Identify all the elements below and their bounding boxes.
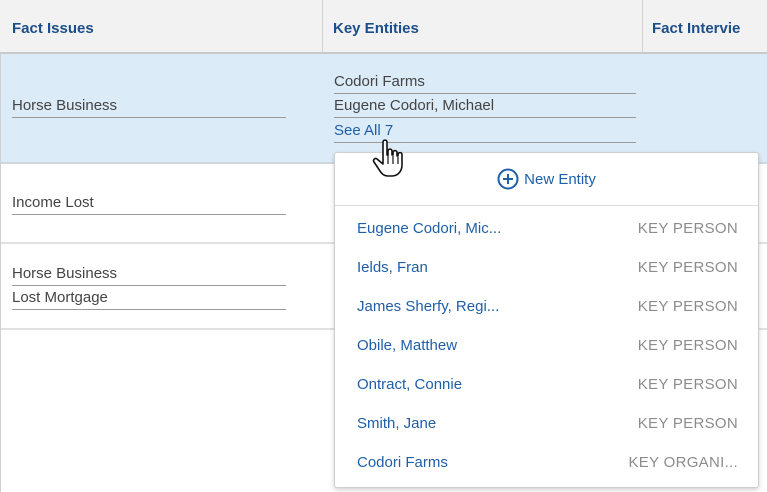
column-header-fact-issues[interactable]: Fact Issues — [12, 0, 312, 52]
entity-type: KEY PERSON — [637, 298, 738, 315]
plus-circle-icon — [497, 168, 519, 190]
fact-issue-value: Lost Mortgage — [12, 287, 286, 310]
table-header: Fact Issues Key Entities Fact Intervie — [0, 0, 767, 54]
entity-type: KEY PERSON — [637, 259, 738, 276]
entity-name: Ontract, Connie — [357, 376, 463, 393]
entity-type: KEY ORGANI... — [628, 454, 738, 471]
dropdown-item[interactable]: Ontract, Connie KEY PERSON — [335, 365, 758, 404]
dropdown-item[interactable]: Obile, Matthew KEY PERSON — [335, 326, 758, 365]
column-divider — [322, 0, 323, 52]
new-entity-label: New Entity — [524, 170, 596, 188]
entities-table: Fact Issues Key Entities Fact Intervie H… — [0, 0, 767, 492]
key-entity-value: Eugene Codori, Michael — [334, 95, 636, 118]
fact-issue-value: Horse Business — [12, 95, 286, 118]
dropdown-item[interactable]: Ields, Fran KEY PERSON — [335, 248, 758, 287]
entity-name: Eugene Codori, Mic... — [357, 220, 502, 237]
hand-pointer-icon — [372, 139, 403, 177]
entity-name: Ields, Fran — [357, 259, 428, 276]
key-entity-value: Codori Farms — [334, 71, 636, 94]
dropdown-item[interactable]: James Sherfy, Regi... KEY PERSON — [335, 287, 758, 326]
entity-type: KEY PERSON — [637, 415, 738, 432]
entity-type: KEY PERSON — [637, 337, 738, 354]
fact-issue-value: Income Lost — [12, 192, 286, 215]
dropdown-item[interactable]: Smith, Jane KEY PERSON — [335, 404, 758, 443]
dropdown-item[interactable]: Codori Farms KEY ORGANI... — [335, 443, 758, 482]
entity-type: KEY PERSON — [637, 376, 738, 393]
entity-name: Obile, Matthew — [357, 337, 458, 354]
entity-name: James Sherfy, Regi... — [357, 298, 500, 315]
column-divider — [642, 0, 643, 52]
entity-type: KEY PERSON — [637, 220, 738, 237]
entity-name: Codori Farms — [357, 454, 448, 471]
dropdown-item[interactable]: Eugene Codori, Mic... KEY PERSON — [335, 209, 758, 248]
entity-name: Smith, Jane — [357, 415, 437, 432]
fact-issue-value: Horse Business — [12, 263, 286, 286]
entity-dropdown: New Entity Eugene Codori, Mic... KEY PER… — [334, 152, 759, 488]
column-header-fact-interviews[interactable]: Fact Intervie — [652, 0, 767, 52]
column-header-key-entities[interactable]: Key Entities — [333, 0, 633, 52]
